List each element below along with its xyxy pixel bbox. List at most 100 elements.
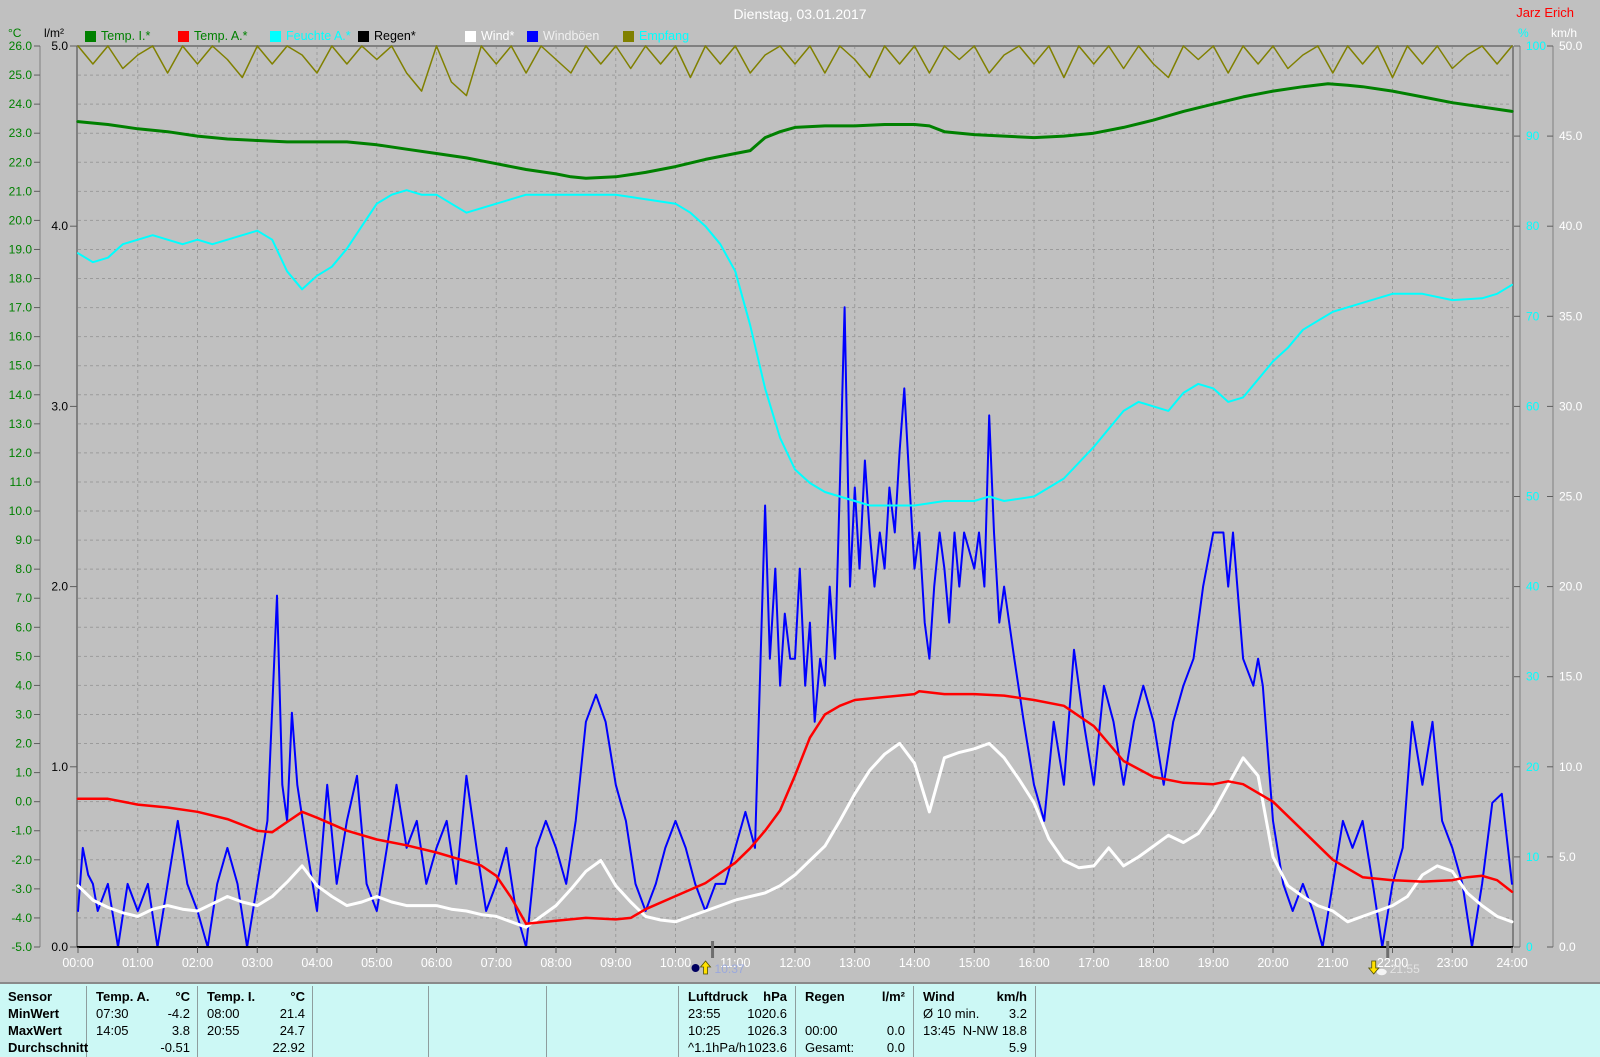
wind-axis-label: 5.0 bbox=[1559, 850, 1576, 864]
col-unit: °C bbox=[290, 988, 305, 1005]
max-value: 0.0 bbox=[887, 1022, 905, 1039]
table-separator bbox=[197, 986, 198, 1057]
hum-axis-label: 80 bbox=[1526, 219, 1540, 233]
table-col-wind: Windkm/h Ø 10 min.3.2 13:45N-NW 18.8 5.9 bbox=[923, 988, 1027, 1056]
col-header: Temp. I. bbox=[207, 988, 255, 1005]
wind-axis-label: 20.0 bbox=[1559, 580, 1583, 594]
x-axis-label: 04:00 bbox=[301, 956, 332, 970]
col-unit: hPa bbox=[763, 988, 787, 1005]
x-axis-label: 21:00 bbox=[1317, 956, 1348, 970]
x-axis-label: 01:00 bbox=[122, 956, 153, 970]
temp-axis-label: 9.0 bbox=[15, 533, 32, 547]
avg10-label: Ø 10 min. bbox=[923, 1005, 979, 1022]
table-row-label: MinWert bbox=[8, 1005, 82, 1022]
min-value: -4.2 bbox=[168, 1005, 190, 1022]
table-col-luftdruck: LuftdruckhPa 23:551020.6 10:251026.3 ^1.… bbox=[688, 988, 787, 1056]
temp-axis-label: 8.0 bbox=[15, 562, 32, 576]
temp-axis-label: 17.0 bbox=[9, 301, 33, 315]
col-header: Luftdruck bbox=[688, 988, 748, 1005]
temp-axis-label: 7.0 bbox=[15, 591, 32, 605]
x-axis-label: 08:00 bbox=[540, 956, 571, 970]
temp-axis-label: -5.0 bbox=[11, 940, 32, 954]
temp-axis-label: 1.0 bbox=[15, 766, 32, 780]
min-time: 08:00 bbox=[207, 1005, 240, 1022]
temp-axis-label: -3.0 bbox=[11, 882, 32, 896]
trend-label: ^1.1hPa/h bbox=[688, 1039, 746, 1056]
table-separator bbox=[913, 986, 914, 1057]
min-time: 23:55 bbox=[688, 1005, 721, 1022]
max-value: 3.8 bbox=[172, 1022, 190, 1039]
moonset-time: 21:55 bbox=[1390, 962, 1420, 976]
hum-axis-label: 50 bbox=[1526, 490, 1540, 504]
wind-axis-label: 10.0 bbox=[1559, 760, 1583, 774]
x-axis-label: 15:00 bbox=[959, 956, 990, 970]
up-arrow-icon bbox=[701, 961, 711, 974]
min-value: 21.4 bbox=[280, 1005, 305, 1022]
table-row-label: Durchschnitt bbox=[8, 1039, 82, 1056]
temp-axis-label: 16.0 bbox=[9, 330, 33, 344]
max-value: 24.7 bbox=[280, 1022, 305, 1039]
temp-axis-label: 25.0 bbox=[9, 68, 33, 82]
temp-axis-label: 12.0 bbox=[9, 446, 33, 460]
max-value: 1026.3 bbox=[747, 1022, 787, 1039]
table-separator bbox=[312, 986, 313, 1057]
col-unit: km/h bbox=[997, 988, 1027, 1005]
avg-value: 5.9 bbox=[1009, 1039, 1027, 1056]
wind-axis-label: 25.0 bbox=[1559, 490, 1583, 504]
temp-axis-label: 18.0 bbox=[9, 272, 33, 286]
col-unit: °C bbox=[175, 988, 190, 1005]
table-separator bbox=[1035, 986, 1036, 1057]
table-row-label: MaxWert bbox=[8, 1022, 82, 1039]
temp-axis-label: 10.0 bbox=[9, 504, 33, 518]
table-separator bbox=[795, 986, 796, 1057]
hum-axis-label: 10 bbox=[1526, 850, 1540, 864]
table-col-temp-i: Temp. I. °C 08:00 21.4 20:55 24.7 22.92 bbox=[207, 988, 305, 1056]
col-header: Wind bbox=[923, 988, 955, 1005]
table-separator bbox=[428, 986, 429, 1057]
rain-axis-label: 0.0 bbox=[51, 940, 68, 954]
hum-axis-label: 0 bbox=[1526, 940, 1533, 954]
table-row-label: Sensor bbox=[8, 988, 82, 1005]
wind-axis-label: 40.0 bbox=[1559, 219, 1583, 233]
x-axis-label: 23:00 bbox=[1437, 956, 1468, 970]
temp-axis-label: -4.0 bbox=[11, 911, 32, 925]
temp-axis-label: 6.0 bbox=[15, 620, 32, 634]
max-time: 10:25 bbox=[688, 1022, 721, 1039]
max-time: 00:00 bbox=[805, 1022, 838, 1039]
wind-axis-label: 35.0 bbox=[1559, 309, 1583, 323]
chart-svg: 26.025.024.023.022.021.020.019.018.017.0… bbox=[0, 0, 1600, 982]
hum-axis-label: 70 bbox=[1526, 309, 1540, 323]
x-axis-label: 07:00 bbox=[481, 956, 512, 970]
temp-axis-label: 13.0 bbox=[9, 417, 33, 431]
avg-value: -0.51 bbox=[160, 1039, 190, 1056]
hum-axis-label: 40 bbox=[1526, 580, 1540, 594]
avg-value: 1023.6 bbox=[747, 1039, 787, 1056]
table-separator bbox=[546, 986, 547, 1057]
temp-axis-label: 21.0 bbox=[9, 184, 33, 198]
max-time: 13:45 bbox=[923, 1022, 956, 1039]
hum-axis-label: 100 bbox=[1526, 39, 1546, 53]
rain-axis-label: 3.0 bbox=[51, 399, 68, 413]
temp-axis-label: 11.0 bbox=[10, 475, 33, 489]
x-axis-label: 13:00 bbox=[839, 956, 870, 970]
temp-axis-label: 4.0 bbox=[15, 678, 32, 692]
hum-axis-label: 60 bbox=[1526, 399, 1540, 413]
x-axis-label: 24:00 bbox=[1496, 956, 1527, 970]
temp-axis-label: 24.0 bbox=[9, 97, 33, 111]
temp-axis-label: 2.0 bbox=[15, 737, 32, 751]
avg-value: 22.92 bbox=[272, 1039, 305, 1056]
x-axis-label: 18:00 bbox=[1138, 956, 1169, 970]
max-time: 14:05 bbox=[96, 1022, 129, 1039]
max-time: 20:55 bbox=[207, 1022, 240, 1039]
temp-axis-label: -1.0 bbox=[11, 824, 32, 838]
x-axis-label: 06:00 bbox=[421, 956, 452, 970]
temp-axis-label: -2.0 bbox=[11, 853, 32, 867]
temp-axis-label: 5.0 bbox=[15, 649, 32, 663]
temp-axis-label: 26.0 bbox=[9, 39, 33, 53]
x-axis-label: 19:00 bbox=[1198, 956, 1229, 970]
x-axis-label: 05:00 bbox=[361, 956, 392, 970]
wind-axis-label: 0.0 bbox=[1559, 940, 1576, 954]
stats-table: Sensor MinWert MaxWert Durchschnitt Temp… bbox=[0, 982, 1600, 1057]
hum-axis-label: 90 bbox=[1526, 129, 1540, 143]
moonrise-time: 10:37 bbox=[715, 962, 745, 976]
